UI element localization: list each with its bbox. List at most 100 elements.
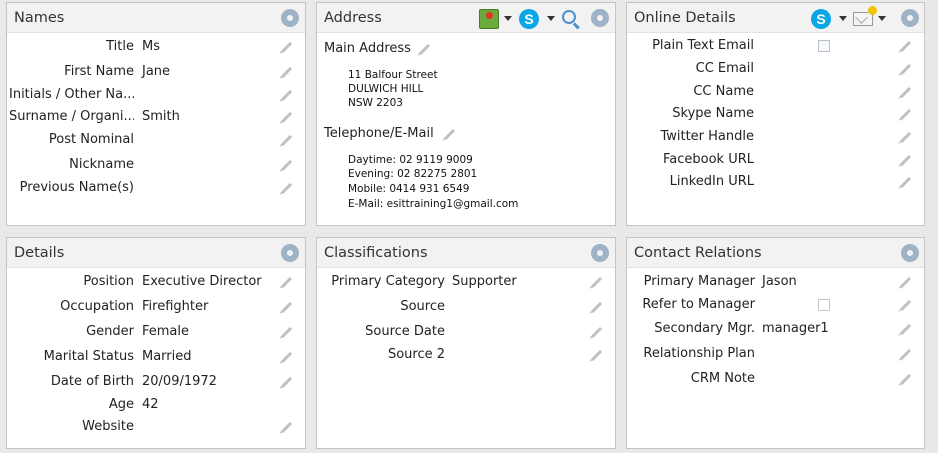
field-label: Source bbox=[400, 299, 445, 314]
new-mail-icon[interactable] bbox=[853, 6, 877, 26]
relations-row-secondary-manager: Secondary Mgr. manager1 bbox=[627, 320, 926, 338]
gear-icon[interactable] bbox=[281, 9, 299, 27]
pencil-icon[interactable] bbox=[590, 326, 603, 339]
pencil-icon[interactable] bbox=[899, 63, 912, 76]
classifications-row-source-date: Source Date bbox=[317, 323, 617, 341]
pencil-icon[interactable] bbox=[280, 182, 293, 195]
pencil-icon[interactable] bbox=[899, 348, 912, 361]
field-value: 42 bbox=[142, 397, 159, 412]
pencil-icon[interactable] bbox=[280, 111, 293, 124]
field-label: Title bbox=[106, 39, 134, 54]
field-label: CRM Note bbox=[690, 371, 755, 386]
pencil-icon[interactable] bbox=[280, 376, 293, 389]
pencil-icon[interactable] bbox=[899, 299, 912, 312]
gear-icon[interactable] bbox=[591, 9, 609, 27]
field-label: Position bbox=[83, 274, 134, 289]
pencil-icon[interactable] bbox=[899, 176, 912, 189]
online-row-linkedin-url: LinkedIn URL bbox=[627, 173, 926, 191]
phone-line: Mobile: 0414 931 6549 bbox=[348, 183, 470, 195]
details-panel-header: Details bbox=[7, 238, 305, 268]
address-panel-title: Address bbox=[324, 10, 382, 26]
pencil-icon[interactable] bbox=[443, 128, 456, 141]
field-value[interactable]: Executive Director bbox=[142, 273, 262, 291]
names-row-post-nominal: Post Nominal bbox=[7, 131, 307, 149]
skype-icon[interactable]: S bbox=[519, 9, 539, 29]
contact-relations-panel-title: Contact Relations bbox=[634, 245, 762, 261]
field-label: CC Email bbox=[695, 61, 754, 76]
map-icon[interactable] bbox=[479, 9, 499, 29]
pencil-icon[interactable] bbox=[280, 276, 293, 289]
gear-icon[interactable] bbox=[591, 244, 609, 262]
field-label: Source Date bbox=[365, 324, 445, 339]
pencil-icon[interactable] bbox=[418, 43, 431, 56]
field-value[interactable]: Ms bbox=[142, 38, 160, 56]
pencil-icon[interactable] bbox=[280, 89, 293, 102]
field-label: Initials / Other Na... bbox=[9, 87, 134, 102]
field-label: Secondary Mgr. bbox=[654, 321, 755, 336]
details-row-position: Position Executive Director bbox=[7, 273, 307, 291]
field-value[interactable]: Female bbox=[142, 323, 189, 341]
pencil-icon[interactable] bbox=[899, 131, 912, 144]
field-value[interactable]: 20/09/1972 bbox=[142, 373, 217, 391]
field-label: Plain Text Email bbox=[652, 38, 754, 53]
pencil-icon[interactable] bbox=[899, 276, 912, 289]
email-line[interactable]: E-Mail: esittraining1@gmail.com bbox=[348, 198, 518, 210]
plain-text-email-checkbox[interactable] bbox=[818, 40, 830, 52]
gear-icon[interactable] bbox=[901, 9, 919, 27]
pencil-icon[interactable] bbox=[280, 159, 293, 172]
field-label: Previous Name(s) bbox=[19, 180, 134, 195]
field-value[interactable]: Married bbox=[142, 348, 192, 366]
chevron-down-icon[interactable] bbox=[878, 16, 886, 21]
relations-row-crm-note: CRM Note bbox=[627, 370, 926, 388]
names-row-surname: Surname / Organi... Smith bbox=[7, 108, 307, 126]
pencil-icon[interactable] bbox=[280, 134, 293, 147]
field-value[interactable]: Supporter bbox=[452, 273, 517, 291]
pencil-icon[interactable] bbox=[590, 349, 603, 362]
pencil-icon[interactable] bbox=[280, 326, 293, 339]
pencil-icon[interactable] bbox=[899, 86, 912, 99]
pencil-icon[interactable] bbox=[590, 276, 603, 289]
details-row-date-of-birth: Date of Birth 20/09/1972 bbox=[7, 373, 307, 391]
names-row-nickname: Nickname bbox=[7, 156, 307, 174]
online-row-facebook-url: Facebook URL bbox=[627, 151, 926, 169]
field-label: Post Nominal bbox=[48, 132, 134, 147]
search-icon[interactable] bbox=[562, 10, 576, 24]
field-value[interactable]: Jason bbox=[762, 273, 797, 291]
pencil-icon[interactable] bbox=[280, 351, 293, 364]
gear-icon[interactable] bbox=[901, 244, 919, 262]
chevron-down-icon[interactable] bbox=[839, 16, 847, 21]
details-row-gender: Gender Female bbox=[7, 323, 307, 341]
pencil-icon[interactable] bbox=[899, 108, 912, 121]
chevron-down-icon[interactable] bbox=[504, 16, 512, 21]
details-panel: Details Position Executive Director Occu… bbox=[6, 237, 306, 449]
online-details-panel-header: Online Details S bbox=[627, 3, 924, 33]
field-value[interactable]: Firefighter bbox=[142, 298, 208, 316]
field-label: Marital Status bbox=[43, 349, 134, 364]
field-label: Nickname bbox=[69, 157, 134, 172]
field-value[interactable]: Smith bbox=[142, 108, 180, 126]
phone-line: Daytime: 02 9119 9009 bbox=[348, 154, 473, 166]
pencil-icon[interactable] bbox=[899, 154, 912, 167]
pencil-icon[interactable] bbox=[899, 40, 912, 53]
pencil-icon[interactable] bbox=[899, 373, 912, 386]
pencil-icon[interactable] bbox=[899, 323, 912, 336]
skype-icon[interactable]: S bbox=[811, 9, 831, 29]
gear-icon[interactable] bbox=[281, 244, 299, 262]
pencil-icon[interactable] bbox=[280, 66, 293, 79]
main-address-heading: Main Address bbox=[324, 41, 411, 56]
names-row-previous-names: Previous Name(s) bbox=[7, 179, 307, 197]
chevron-down-icon[interactable] bbox=[547, 16, 555, 21]
telephone-email-heading: Telephone/E-Mail bbox=[324, 126, 434, 141]
field-label: Twitter Handle bbox=[660, 129, 754, 144]
refer-to-manager-checkbox[interactable] bbox=[818, 299, 830, 311]
pencil-icon[interactable] bbox=[280, 301, 293, 314]
field-label: Skype Name bbox=[672, 106, 754, 121]
names-panel-header: Names bbox=[7, 3, 305, 33]
pencil-icon[interactable] bbox=[280, 421, 293, 434]
details-row-age: Age 42 bbox=[7, 396, 307, 414]
field-value[interactable]: manager1 bbox=[762, 320, 829, 338]
field-value[interactable]: Jane bbox=[142, 63, 170, 81]
classifications-row-source-2: Source 2 bbox=[317, 346, 617, 364]
pencil-icon[interactable] bbox=[590, 301, 603, 314]
pencil-icon[interactable] bbox=[280, 41, 293, 54]
